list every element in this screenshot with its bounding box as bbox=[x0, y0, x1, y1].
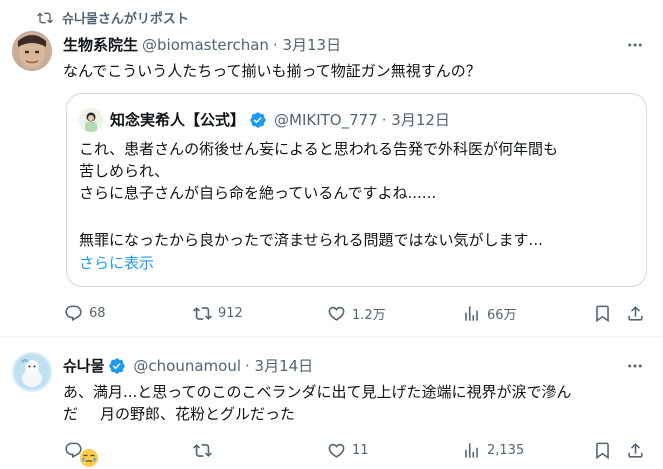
show-more-link[interactable]: さらに表示 bbox=[79, 252, 154, 273]
repost-header-text: 슈나물さんがリポスト bbox=[62, 12, 189, 27]
author-name[interactable]: 生物系院生 bbox=[63, 34, 138, 55]
repost-icon bbox=[193, 304, 212, 323]
share-icon bbox=[626, 304, 645, 323]
more-icon bbox=[626, 36, 644, 54]
quote-text-line-1: これ、患者さんの術後せん妄によると思われる告発で外科医が何年間も bbox=[79, 140, 558, 158]
avatar[interactable] bbox=[12, 352, 52, 392]
share-icon bbox=[626, 441, 645, 460]
tweet-header: 生物系院生 @biomasterchan · 3月13日 bbox=[63, 34, 341, 55]
bookmark-button[interactable] bbox=[593, 304, 612, 323]
quote-text-line-3: さらに息子さんが自ら命を絶っているんですよね...... bbox=[79, 184, 437, 202]
more-icon bbox=[626, 357, 644, 375]
reply-button[interactable] bbox=[64, 441, 89, 460]
quote-text-line-5: 無罪になったから良かったで済ませられる問題ではない気がします... bbox=[79, 231, 543, 249]
views-count: 66万 bbox=[487, 308, 517, 323]
reply-icon bbox=[64, 441, 83, 460]
tweet-text: なんでこういう人たちって揃いも揃って物証ガン無視すんの？ bbox=[63, 62, 481, 80]
like-count: 11 bbox=[352, 443, 369, 458]
heart-icon bbox=[327, 304, 346, 323]
teary-face-emoji-icon bbox=[79, 404, 99, 467]
more-options-button[interactable] bbox=[626, 36, 644, 54]
tweet-text-segment: だ bbox=[63, 405, 79, 423]
quote-avatar bbox=[79, 108, 103, 132]
views-button[interactable]: 2,135 bbox=[462, 441, 524, 460]
quote-author-handle: @MIKITO_777 bbox=[274, 110, 378, 129]
repost-header[interactable]: 슈나물さんがリポスト bbox=[37, 8, 189, 27]
author-name[interactable]: 슈나물 bbox=[63, 355, 104, 376]
quote-header: 知念実希人【公式】 @MIKITO_777 · 3月12日 bbox=[110, 109, 450, 130]
reply-button[interactable]: 68 bbox=[64, 304, 106, 323]
views-chart-icon bbox=[462, 304, 481, 323]
bookmark-button[interactable] bbox=[593, 441, 612, 460]
quote-tweet-card[interactable]: 知念実希人【公式】 @MIKITO_777 · 3月12日 これ、患者さんの術後… bbox=[66, 93, 647, 287]
more-options-button[interactable] bbox=[626, 357, 644, 375]
tweet-date[interactable]: · 3月14日 bbox=[245, 355, 313, 376]
tweet-date[interactable]: · 3月13日 bbox=[273, 34, 341, 55]
author-handle[interactable]: @chounamoul bbox=[133, 357, 241, 375]
quote-date: · 3月12日 bbox=[381, 111, 450, 129]
views-button[interactable]: 66万 bbox=[462, 304, 517, 323]
like-count: 1.2万 bbox=[352, 308, 386, 323]
quote-author-name: 知念実希人【公式】 bbox=[110, 111, 246, 129]
repost-icon bbox=[37, 10, 53, 26]
tweet-text-line-2: だ 月の野郎、花粉とグルだった bbox=[63, 403, 296, 467]
share-button[interactable] bbox=[626, 304, 645, 323]
repost-button[interactable] bbox=[193, 441, 218, 460]
views-chart-icon bbox=[462, 441, 481, 460]
like-button[interactable]: 1.2万 bbox=[327, 304, 386, 323]
reply-count: 68 bbox=[89, 306, 106, 321]
repost-icon bbox=[193, 441, 212, 460]
bookmark-icon bbox=[593, 304, 612, 323]
bookmark-icon bbox=[593, 441, 612, 460]
tweet-text-line-1: あ、満月...と思ってのこのこベランダに出て見上げた途端に視界が涙で滲ん bbox=[63, 383, 572, 401]
share-button[interactable] bbox=[626, 441, 645, 460]
heart-icon bbox=[327, 441, 346, 460]
views-count: 2,135 bbox=[487, 443, 525, 458]
verified-badge-icon bbox=[108, 357, 126, 375]
author-handle[interactable]: @biomasterchan bbox=[142, 36, 269, 54]
tweet-header: 슈나물 @chounamoul · 3月14日 bbox=[63, 355, 313, 376]
like-button[interactable]: 11 bbox=[327, 441, 369, 460]
verified-badge-icon bbox=[249, 111, 267, 129]
tweet-text-segment: 月の野郎、花粉とグルだった bbox=[100, 405, 296, 423]
tweet-divider bbox=[0, 336, 663, 337]
reply-icon bbox=[64, 304, 83, 323]
avatar[interactable] bbox=[12, 31, 52, 71]
quote-text-line-2: 苦しめられ、 bbox=[79, 162, 170, 180]
repost-count: 912 bbox=[218, 306, 243, 321]
repost-button[interactable]: 912 bbox=[193, 304, 243, 323]
